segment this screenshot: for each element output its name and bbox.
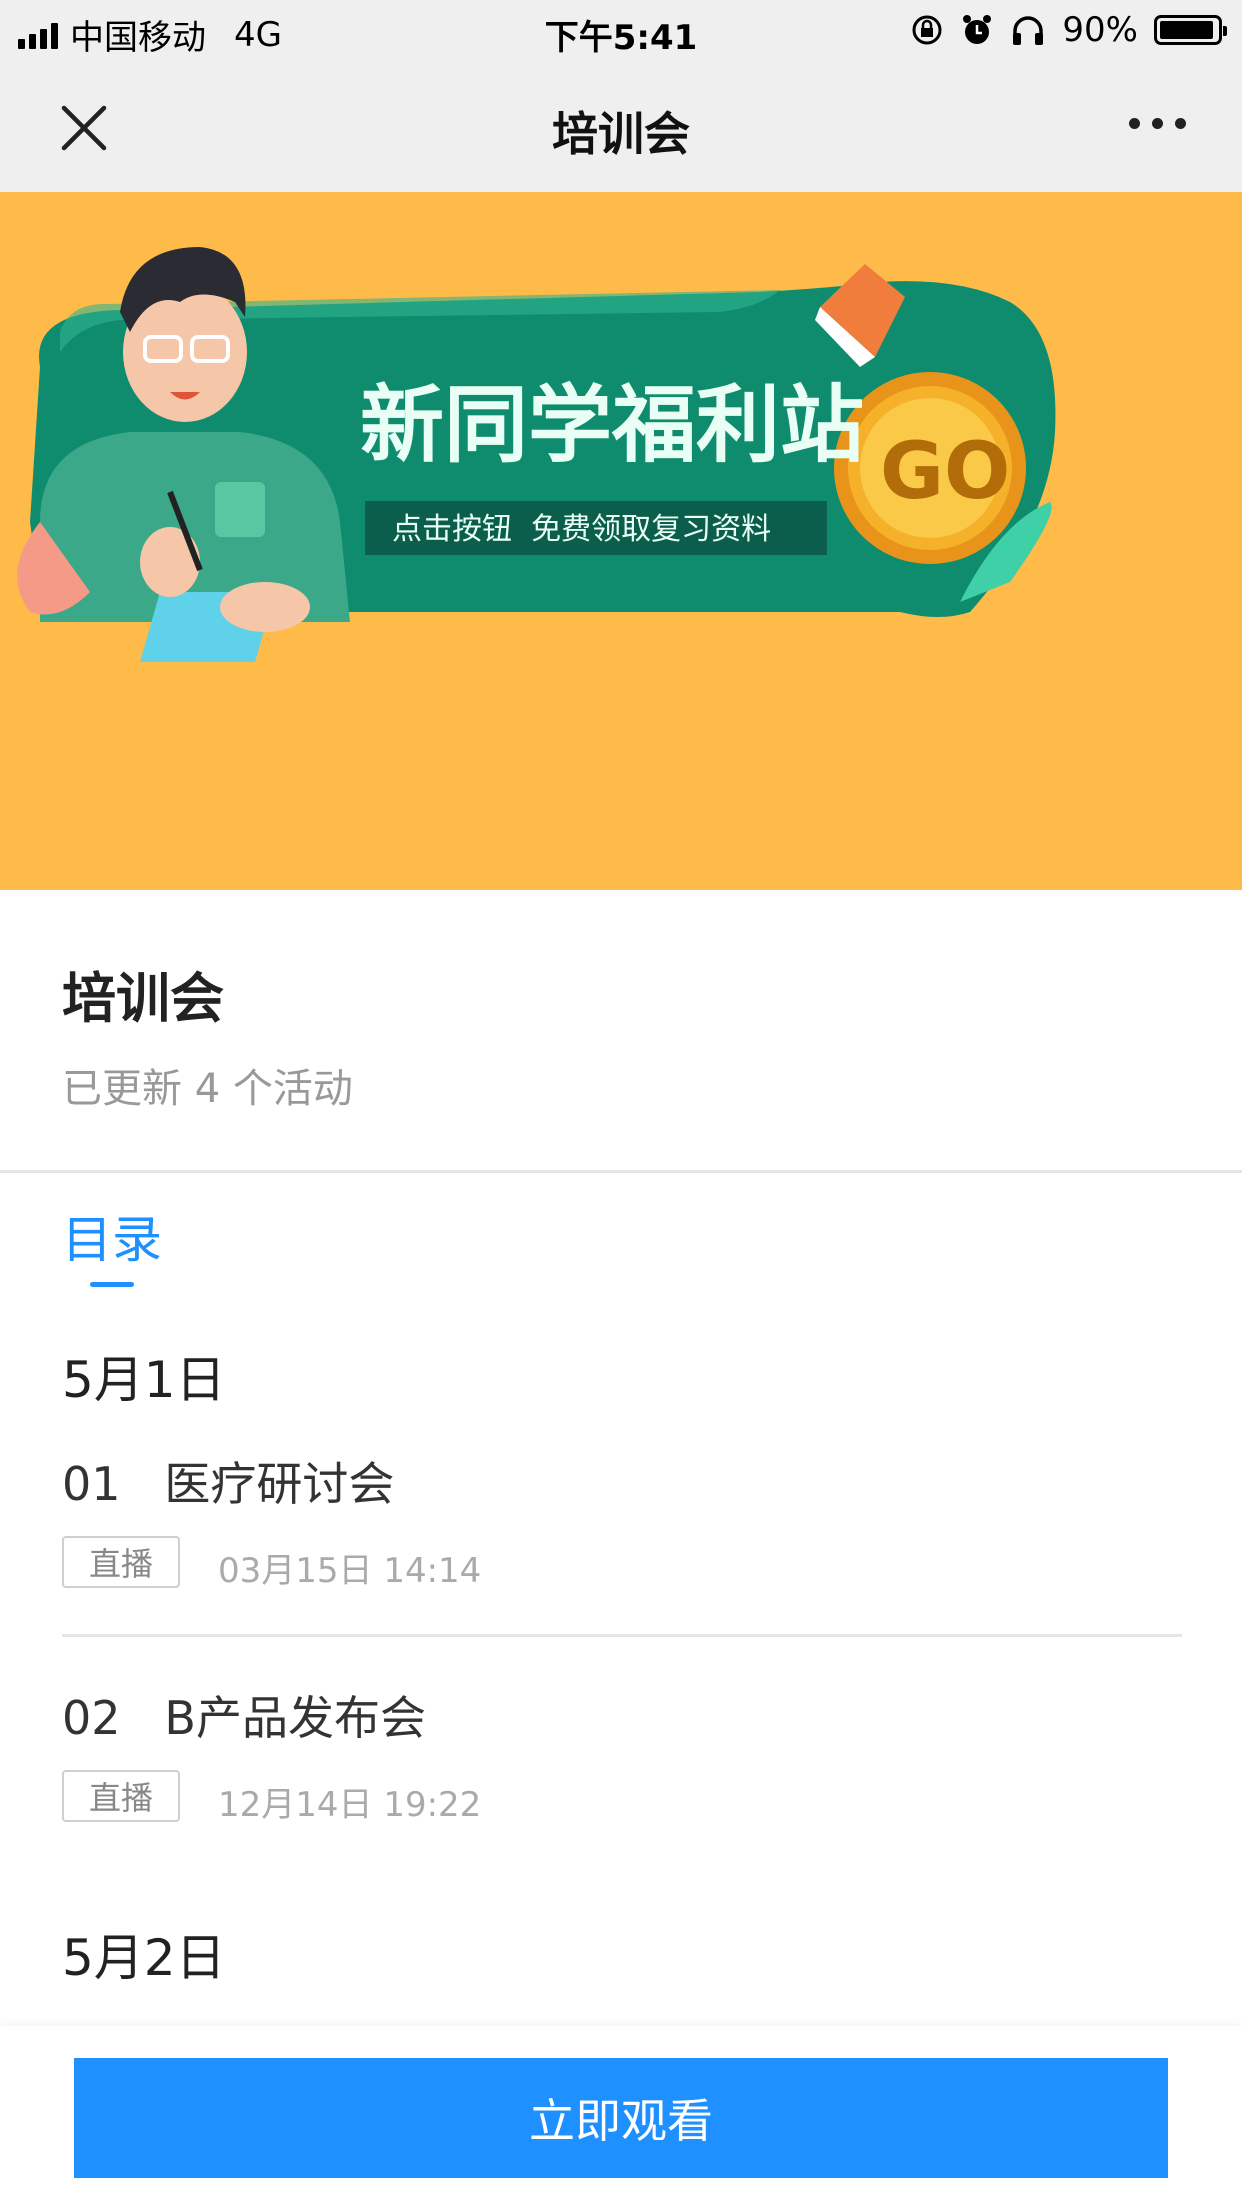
section-date: 5月2日	[62, 1929, 226, 1987]
item-time: 03月15日 14:14	[218, 1551, 482, 1591]
item-title: 01 医疗研讨会	[62, 1448, 394, 1514]
live-badge: 直播	[62, 1536, 180, 1588]
status-right: 90%	[910, 10, 1227, 50]
live-badge: 直播	[62, 1770, 180, 1822]
headphones-icon	[1013, 16, 1044, 45]
tab-indicator	[90, 1282, 134, 1287]
battery-percent: 90%	[1062, 10, 1138, 50]
tab-catalog[interactable]: 目录	[62, 1200, 162, 1272]
battery-icon	[1154, 15, 1227, 45]
course-title: 培训会	[62, 967, 224, 1030]
alarm-icon	[963, 15, 992, 44]
promo-banner[interactable]: 新同学福利站 点击按钮 免费领取复习资料 GO	[0, 192, 1242, 890]
rotation-lock-icon	[912, 15, 942, 45]
banner-subline: 点击按钮 免费领取复习资料	[392, 512, 771, 547]
course-update-count: 已更新 4 个活动	[62, 1066, 353, 1112]
more-icon[interactable]	[1129, 118, 1186, 129]
item-index: 02	[62, 1691, 121, 1745]
row-divider	[62, 1634, 1182, 1637]
nav-bar: 培训会	[0, 64, 1242, 192]
section-date: 5月1日	[62, 1351, 226, 1409]
item-time: 12月14日 19:22	[218, 1785, 482, 1825]
status-bar: 中国移动 4G 下午5:41 90%	[0, 0, 1242, 64]
item-index: 01	[62, 1457, 121, 1511]
banner-headline: 新同学福利站	[360, 376, 864, 474]
bottom-bar: 立即观看	[0, 2026, 1242, 2208]
watch-now-button[interactable]: 立即观看	[74, 2058, 1168, 2178]
nav-title: 培训会	[552, 107, 690, 161]
item-title: 02 B产品发布会	[62, 1682, 426, 1748]
item-name: B产品发布会	[164, 1691, 426, 1745]
section-divider	[0, 1170, 1242, 1173]
banner-illustration: 新同学福利站 点击按钮 免费领取复习资料 GO	[17, 247, 1056, 662]
item-name: 医疗研讨会	[164, 1457, 395, 1511]
go-badge: GO	[880, 427, 1010, 517]
